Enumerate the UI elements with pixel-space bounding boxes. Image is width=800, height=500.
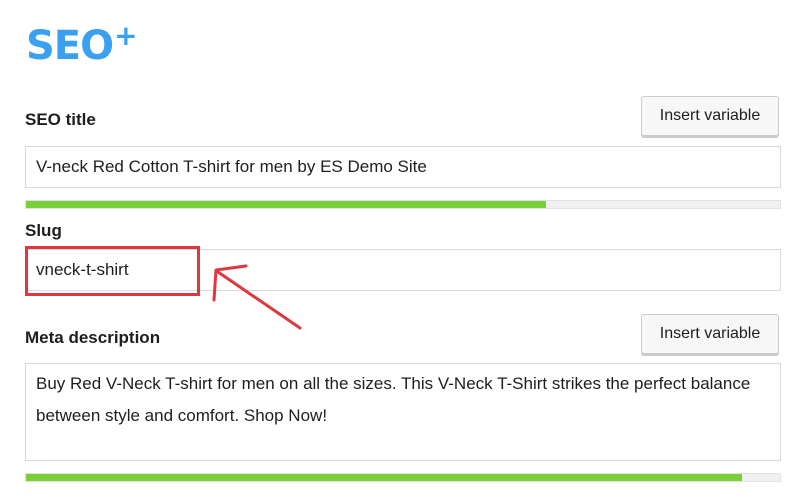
seo-title-insert-variable-button[interactable]: Insert variable [641,96,779,136]
meta-description-label: Meta description [25,328,161,347]
meta-description-textarea[interactable]: Buy Red V-Neck T-shirt for men on all th… [25,363,781,461]
seo-title-input[interactable]: V-neck Red Cotton T-shirt for men by ES … [25,146,781,188]
meta-description-progress-bar [25,473,781,482]
meta-description-insert-variable-button[interactable]: Insert variable [641,314,779,354]
annotation-arrow-icon [212,264,302,330]
logo-text: SEO [26,23,114,69]
seo-title-label: SEO title [25,110,96,129]
seo-settings-panel: SEO+ SEO title Insert variable V-neck Re… [0,0,800,500]
seo-plus-logo: SEO+ [26,12,138,70]
meta-description-progress-fill [26,474,743,481]
logo-plus-sign: + [114,19,137,52]
seo-title-progress-fill [26,201,547,208]
slug-highlight-annotation [25,246,200,296]
slug-label: Slug [25,221,62,240]
seo-title-progress-bar [25,200,781,209]
